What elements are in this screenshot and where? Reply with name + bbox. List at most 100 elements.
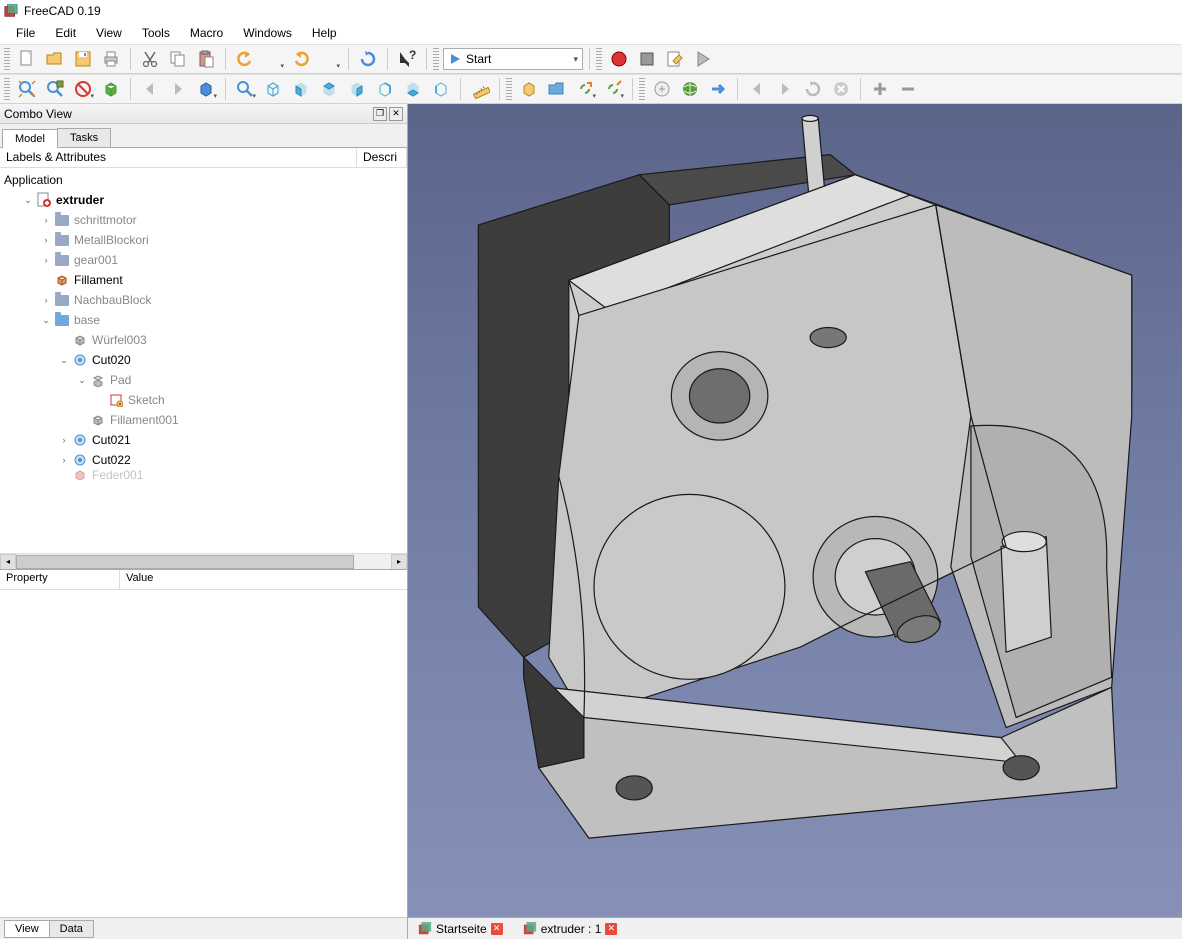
tree-item[interactable]: Würfel003	[0, 330, 407, 350]
view-iso-button[interactable]	[260, 76, 286, 102]
tree-item[interactable]: ⌄base	[0, 310, 407, 330]
tree-expander[interactable]: ›	[40, 294, 52, 306]
open-button[interactable]	[42, 46, 68, 72]
print-button[interactable]	[98, 46, 124, 72]
measure-button[interactable]	[467, 76, 493, 102]
tree-item[interactable]: ›NachbauBlock	[0, 290, 407, 310]
tree-expander[interactable]: ›	[40, 254, 52, 266]
link-nav-button[interactable]	[193, 76, 219, 102]
tree-item[interactable]: Fillament001	[0, 410, 407, 430]
menu-windows[interactable]: Windows	[235, 24, 300, 42]
macro-run-button[interactable]	[690, 46, 716, 72]
scroll-thumb[interactable]	[16, 555, 354, 569]
macro-record-button[interactable]	[606, 46, 632, 72]
close-icon[interactable]: ✕	[605, 923, 617, 935]
close-icon[interactable]: ✕	[491, 923, 503, 935]
tree-item[interactable]: ›gear001	[0, 250, 407, 270]
copy-button[interactable]	[165, 46, 191, 72]
tree-item[interactable]: ⌄Cut020	[0, 350, 407, 370]
workbench-selector[interactable]: Start	[443, 48, 583, 70]
tree-expander[interactable]: ⌄	[40, 314, 52, 326]
menu-help[interactable]: Help	[304, 24, 345, 42]
whats-this-button[interactable]: ?	[394, 46, 420, 72]
scroll-track[interactable]	[16, 554, 391, 570]
scroll-left-button[interactable]: ◂	[0, 554, 16, 570]
redo-button[interactable]	[288, 46, 314, 72]
tree-expander[interactable]: ⌄	[58, 354, 70, 366]
web-forward-button[interactable]	[772, 76, 798, 102]
toolbar-grip[interactable]	[433, 48, 439, 70]
toolbar-grip[interactable]	[4, 78, 10, 100]
toolbar-grip[interactable]	[639, 78, 645, 100]
view-bottom-button[interactable]	[400, 76, 426, 102]
web-back-button[interactable]	[744, 76, 770, 102]
toolbar-grip[interactable]	[596, 48, 602, 70]
tree-item[interactable]: Fillament	[0, 270, 407, 290]
tree-expander[interactable]: ›	[40, 234, 52, 246]
menu-view[interactable]: View	[88, 24, 130, 42]
view-front-button[interactable]	[288, 76, 314, 102]
tree-expander[interactable]: ›	[58, 454, 70, 466]
tree-expander[interactable]	[40, 274, 52, 286]
tree-root[interactable]: Application	[0, 170, 407, 190]
property-tab-view[interactable]: View	[4, 920, 50, 938]
fit-selection-button[interactable]	[42, 76, 68, 102]
bounding-box-button[interactable]	[98, 76, 124, 102]
tree-col-labels[interactable]: Labels & Attributes	[0, 148, 357, 167]
link-actions-button[interactable]	[600, 76, 626, 102]
panel-float-button[interactable]: ❐	[373, 107, 387, 121]
tab-tasks[interactable]: Tasks	[57, 128, 111, 147]
tree-hscrollbar[interactable]: ◂ ▸	[0, 553, 407, 569]
zoom-out-button[interactable]	[895, 76, 921, 102]
tree-item[interactable]: ›MetallBlockori	[0, 230, 407, 250]
tree-item[interactable]: ›Cut021	[0, 430, 407, 450]
tree-item[interactable]: ›schrittmotor	[0, 210, 407, 230]
save-button[interactable]	[70, 46, 96, 72]
toolbar-grip[interactable]	[506, 78, 512, 100]
tree-expander[interactable]: ›	[40, 214, 52, 226]
tree-expander[interactable]: ⌄	[22, 194, 34, 206]
3d-viewport[interactable]: Startseite ✕ extruder : 1 ✕	[408, 104, 1182, 939]
macro-stop-button[interactable]	[634, 46, 660, 72]
menu-macro[interactable]: Macro	[182, 24, 231, 42]
tree-item[interactable]: Feder001	[0, 470, 407, 480]
panel-close-button[interactable]: ✕	[389, 107, 403, 121]
fit-all-button[interactable]	[14, 76, 40, 102]
web-next-button[interactable]	[705, 76, 731, 102]
macro-edit-button[interactable]	[662, 46, 688, 72]
tree-item[interactable]: ›Cut022	[0, 450, 407, 470]
isometric-button[interactable]	[232, 76, 258, 102]
doc-tab-extruder[interactable]: extruder : 1 ✕	[517, 920, 624, 938]
tab-model[interactable]: Model	[2, 129, 58, 148]
undo-button[interactable]	[232, 46, 258, 72]
tree-col-desc[interactable]: Descri	[357, 148, 407, 167]
tree-expander[interactable]	[58, 334, 70, 346]
tree-body[interactable]: Application ⌄extruder›schrittmotor›Metal…	[0, 168, 407, 553]
property-tab-data[interactable]: Data	[49, 920, 94, 938]
scroll-right-button[interactable]: ▸	[391, 554, 407, 570]
web-refresh-button[interactable]	[800, 76, 826, 102]
web-prev-button[interactable]	[649, 76, 675, 102]
tree-expander[interactable]: ⌄	[76, 374, 88, 386]
view-rear-button[interactable]	[372, 76, 398, 102]
group-create-button[interactable]	[544, 76, 570, 102]
property-col-value[interactable]: Value	[120, 570, 159, 589]
zoom-in-button[interactable]	[867, 76, 893, 102]
nav-back-button[interactable]	[137, 76, 163, 102]
tree-expander[interactable]	[76, 414, 88, 426]
redo-dropdown[interactable]	[316, 46, 342, 72]
web-stop-button[interactable]	[828, 76, 854, 102]
refresh-button[interactable]	[355, 46, 381, 72]
menu-tools[interactable]: Tools	[134, 24, 178, 42]
web-home-button[interactable]	[677, 76, 703, 102]
doc-tab-startseite[interactable]: Startseite ✕	[412, 920, 509, 938]
draw-style-button[interactable]	[70, 76, 96, 102]
tree-item[interactable]: ⌄extruder	[0, 190, 407, 210]
tree-item[interactable]: Sketch	[0, 390, 407, 410]
toolbar-grip[interactable]	[4, 48, 10, 70]
undo-dropdown[interactable]	[260, 46, 286, 72]
link-make-button[interactable]	[572, 76, 598, 102]
menu-edit[interactable]: Edit	[47, 24, 84, 42]
tree-expander[interactable]: ›	[58, 434, 70, 446]
paste-button[interactable]	[193, 46, 219, 72]
